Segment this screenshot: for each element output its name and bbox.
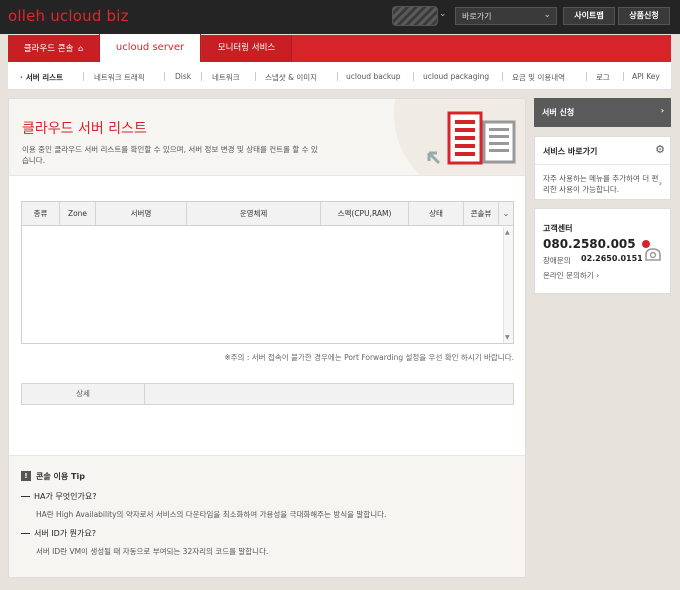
online-inquiry-link[interactable]: 온라인 문의하기 ›: [543, 270, 599, 281]
divider: [623, 72, 624, 81]
tab-monitoring[interactable]: 모니터링 서비스: [202, 35, 292, 62]
tab-ucloud-server[interactable]: ucloud server: [99, 34, 201, 64]
divider: [586, 72, 587, 81]
tip-question: 서버 ID가 뭔가요?: [21, 528, 96, 539]
tab-label: 클라우드 콘솔: [23, 44, 74, 54]
scroll-down-icon[interactable]: ▼: [505, 334, 510, 341]
divider: [337, 72, 338, 81]
server-apply-button[interactable]: 서버 신청 ›: [534, 98, 671, 127]
tip-answer: HA란 High Availability의 약자로서 서비스의 다운타임을 최…: [36, 510, 387, 519]
column-os[interactable]: 운영체제: [187, 202, 321, 226]
subnav-network-traffic[interactable]: 네트워크 트래픽: [94, 72, 145, 83]
divider: [502, 72, 503, 81]
arrow-right-icon[interactable]: ›: [659, 179, 662, 188]
divider: [255, 72, 256, 81]
port-forwarding-notice: ※주의 : 서버 접속이 불가한 경우에는 Port Forwarding 설정…: [224, 353, 514, 362]
page-title: 클라우드 서버 리스트: [22, 121, 147, 137]
shortcut-title: 서비스 바로가기: [543, 147, 598, 156]
shortcut-select-value: 바로가기: [462, 12, 492, 21]
table-scrollbar[interactable]: ▲ ▼: [503, 227, 513, 343]
service-shortcut-box: 서비스 바로가기 ⚙ 자주 사용하는 메뉴를 추가하여 더 편리한 사용이 가능…: [534, 136, 671, 200]
fault-inquiry-number: 02.2650.0151: [581, 254, 643, 263]
divider: [83, 72, 84, 81]
column-spec[interactable]: 스펙(CPU,RAM): [321, 202, 409, 226]
product-apply-button[interactable]: 상품신청: [618, 7, 670, 25]
page-header: 클라우드 서버 리스트 이용 중인 클라우드 서버 리스트를 확인할 수 있으며…: [9, 99, 525, 175]
subnav-snapshot-image[interactable]: 스냅샷 & 이미지: [265, 72, 317, 83]
logo[interactable]: olleh ucloud biz: [8, 7, 129, 25]
sub-nav: 서버 리스트 네트워크 트래픽 Disk 네트워크 스냅샷 & 이미지 uclo…: [8, 62, 671, 90]
tip-question: HA가 무엇인가요?: [21, 491, 96, 502]
fault-inquiry-label: 장애문의: [543, 256, 571, 265]
column-status[interactable]: 상태: [409, 202, 464, 226]
subnav-ucloud-packaging[interactable]: ucloud packaging: [423, 72, 489, 81]
column-server-name[interactable]: 서버명: [96, 202, 187, 226]
subnav-api-key[interactable]: API Key: [632, 72, 660, 81]
gear-icon[interactable]: ⚙: [655, 143, 665, 156]
server-table: 종류 Zone 서버명 운영체제 스펙(CPU,RAM) 상태 콘솔뷰 ⌄ ▲ …: [21, 201, 514, 344]
divider: [535, 164, 670, 165]
customer-center-title: 고객센터: [543, 224, 573, 233]
subnav-ucloud-backup[interactable]: ucloud backup: [346, 72, 401, 81]
shortcut-select[interactable]: 바로가기 ⌄: [455, 7, 557, 25]
divider: [201, 72, 202, 81]
detail-label: 상세: [22, 384, 145, 404]
home-icon: ⌂: [78, 44, 84, 53]
chevron-down-icon[interactable]: ⌄: [439, 9, 447, 19]
online-inquiry-label: 온라인 문의하기: [543, 271, 594, 280]
chevron-down-icon[interactable]: ⌄: [499, 202, 513, 226]
subnav-server-list[interactable]: 서버 리스트: [20, 72, 63, 83]
tip-title: 콘솔 이용 Tip: [36, 472, 85, 481]
main-tab-nav: 클라우드 콘솔 ⌂ ucloud server 모니터링 서비스: [8, 34, 671, 64]
chevron-down-icon: ⌄: [543, 10, 551, 20]
subnav-billing[interactable]: 요금 및 이용내역: [512, 72, 565, 83]
subnav-network[interactable]: 네트워크: [212, 72, 240, 83]
column-zone[interactable]: Zone: [60, 202, 96, 226]
subnav-log[interactable]: 로그: [596, 72, 610, 83]
column-console-view[interactable]: 콘솔뷰: [464, 202, 499, 226]
main-panel: 클라우드 서버 리스트 이용 중인 클라우드 서버 리스트를 확인할 수 있으며…: [8, 98, 526, 578]
server-apply-label: 서버 신청: [542, 108, 575, 117]
arrow-right-icon: ›: [660, 106, 664, 115]
divider: [9, 175, 525, 176]
table-header: 종류 Zone 서버명 운영체제 스펙(CPU,RAM) 상태 콘솔뷰 ⌄: [22, 202, 513, 226]
sitemap-button[interactable]: 사이트맵: [563, 7, 615, 25]
page-description: 이용 중인 클라우드 서버 리스트를 확인할 수 있으며, 서버 정보 변경 및…: [22, 145, 318, 165]
tip-section: ! 콘솔 이용 Tip HA가 무엇인가요? HA란 High Availabi…: [9, 455, 525, 577]
user-menu-icon[interactable]: [392, 6, 438, 26]
top-bar: olleh ucloud biz ⌄ 바로가기 ⌄ 사이트맵 상품신청: [0, 0, 680, 34]
detail-table-body: [21, 405, 514, 433]
table-body: [22, 227, 513, 343]
tip-answer: 서버 ID란 VM이 생성될 때 자동으로 부여되는 32자리의 코드를 말합니…: [36, 547, 269, 556]
tab-cloud-console[interactable]: 클라우드 콘솔 ⌂: [8, 35, 99, 62]
subnav-disk[interactable]: Disk: [175, 72, 191, 81]
detail-table-header: 상세: [21, 383, 514, 405]
customer-center-box: 고객센터 080.2580.005 장애문의 02.2650.0151 온라인 …: [534, 208, 671, 294]
server-list-icon: [427, 111, 516, 165]
scroll-up-icon[interactable]: ▲: [505, 229, 510, 236]
column-type[interactable]: 종류: [22, 202, 60, 226]
customer-center-phone: 080.2580.005: [543, 237, 636, 251]
phone-icon: [642, 240, 661, 261]
divider: [164, 72, 165, 81]
shortcut-description: 자주 사용하는 메뉴를 추가하여 더 편리한 사용이 가능합니다.: [543, 174, 659, 194]
tip-icon: !: [21, 471, 31, 481]
divider: [413, 72, 414, 81]
